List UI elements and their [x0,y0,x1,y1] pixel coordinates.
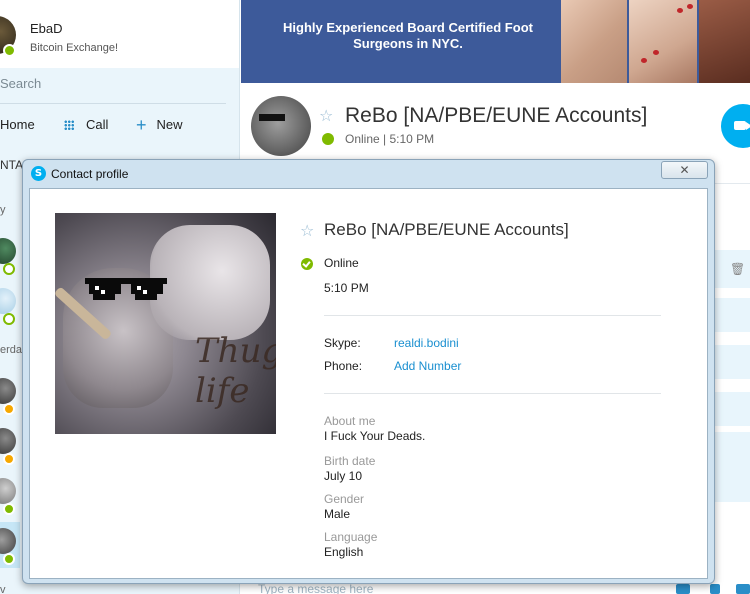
photo-hand [150,225,270,340]
language-value: English [324,545,364,559]
divider [324,393,661,394]
ad-text[interactable]: Highly Experienced Board Certified Foot … [253,20,563,52]
message-bubble[interactable] [710,432,750,502]
contact-name[interactable]: ReBo [NA/PBE/EUNE Accounts] [345,104,647,128]
contact-status-icon [3,263,15,275]
contact-avatar[interactable] [0,428,16,454]
contact-avatar[interactable] [0,288,16,314]
ad-banner[interactable]: Highly Experienced Board Certified Foot … [241,0,750,83]
image-share-icon[interactable] [676,584,690,594]
online-status-icon [301,258,313,270]
sunglasses-graphic [259,114,285,121]
contact-profile-dialog: S Contact profile ✕ Thug life ☆ ReBo [NA… [22,159,715,584]
contact-status-icon [3,313,15,325]
contact-status-online-icon [3,553,15,565]
search-underline [0,103,226,104]
profile-name: ReBo [NA/PBE/EUNE Accounts] [324,220,569,239]
contact-status-line: Online | 5:10 PM [345,132,435,146]
trash-icon[interactable]: 🗑 [730,262,745,276]
gender-label: Gender [324,492,365,506]
close-button[interactable]: ✕ [661,161,708,179]
dialog-title: Contact profile [51,167,129,181]
file-share-icon[interactable] [710,584,720,594]
message-bubble[interactable] [710,345,750,379]
contact-status-away-icon [3,453,15,465]
search-input[interactable]: Search [0,76,230,96]
birth-date-label: Birth date [324,454,376,468]
video-call-icon [734,121,750,130]
about-me-label: About me [324,414,376,428]
dialpad-icon [64,119,74,130]
language-label: Language [324,530,378,544]
my-name: EbaD [30,21,63,36]
contact-avatar[interactable] [0,478,16,504]
home-button[interactable]: Home [0,117,35,132]
my-status-online-icon [3,44,16,57]
close-icon: ✕ [679,163,690,177]
contact-avatar[interactable] [0,378,16,404]
favorite-star-icon[interactable]: ☆ [300,221,314,241]
skype-id-link[interactable]: realdi.bodini [394,336,459,350]
photo-tattoo: Thug life [195,331,276,411]
ad-image[interactable] [699,0,750,83]
gender-value: Male [324,507,351,521]
message-bubble[interactable] [710,392,750,426]
skype-logo-icon: S [31,166,46,181]
group-label-today: y [0,204,6,216]
message-bubble[interactable] [710,298,750,332]
pixel-sunglasses-graphic [85,278,167,300]
my-mood-message[interactable]: Bitcoin Exchange! [30,42,118,54]
profile-photo: Thug life [55,213,276,434]
new-button-label: New [156,117,183,132]
online-status-icon [322,133,334,145]
contact-avatar-large[interactable] [251,96,311,156]
my-profile[interactable]: EbaD Bitcoin Exchange! [0,0,239,68]
add-number-link[interactable]: Add Number [394,359,461,373]
birth-date-value: July 10 [324,469,363,483]
phone-label: Phone: [324,359,363,373]
skype-label: Skype: [324,336,361,350]
plus-icon: + [136,114,147,135]
profile-status: Online [324,256,359,270]
home-button-label: Home [0,117,35,132]
group-label: v [0,584,6,594]
contact-status-away-icon [3,403,15,415]
new-button[interactable]: + New [136,114,183,135]
contact-status-online-icon [3,503,15,515]
ad-image[interactable] [629,0,697,83]
call-button[interactable]: Call [64,117,108,132]
about-me-value: I Fuck Your Deads. [324,429,426,443]
call-button-label: Call [86,117,109,132]
divider [324,315,661,316]
video-call-button[interactable] [721,104,750,148]
dialog-body: Thug life ☆ ReBo [NA/PBE/EUNE Accounts] … [29,188,708,579]
profile-local-time: 5:10 PM [324,281,369,295]
emoticon-icon[interactable] [736,584,750,594]
ad-image[interactable] [561,0,627,83]
favorite-star-icon[interactable]: ☆ [319,106,333,126]
contact-avatar[interactable] [0,238,16,264]
